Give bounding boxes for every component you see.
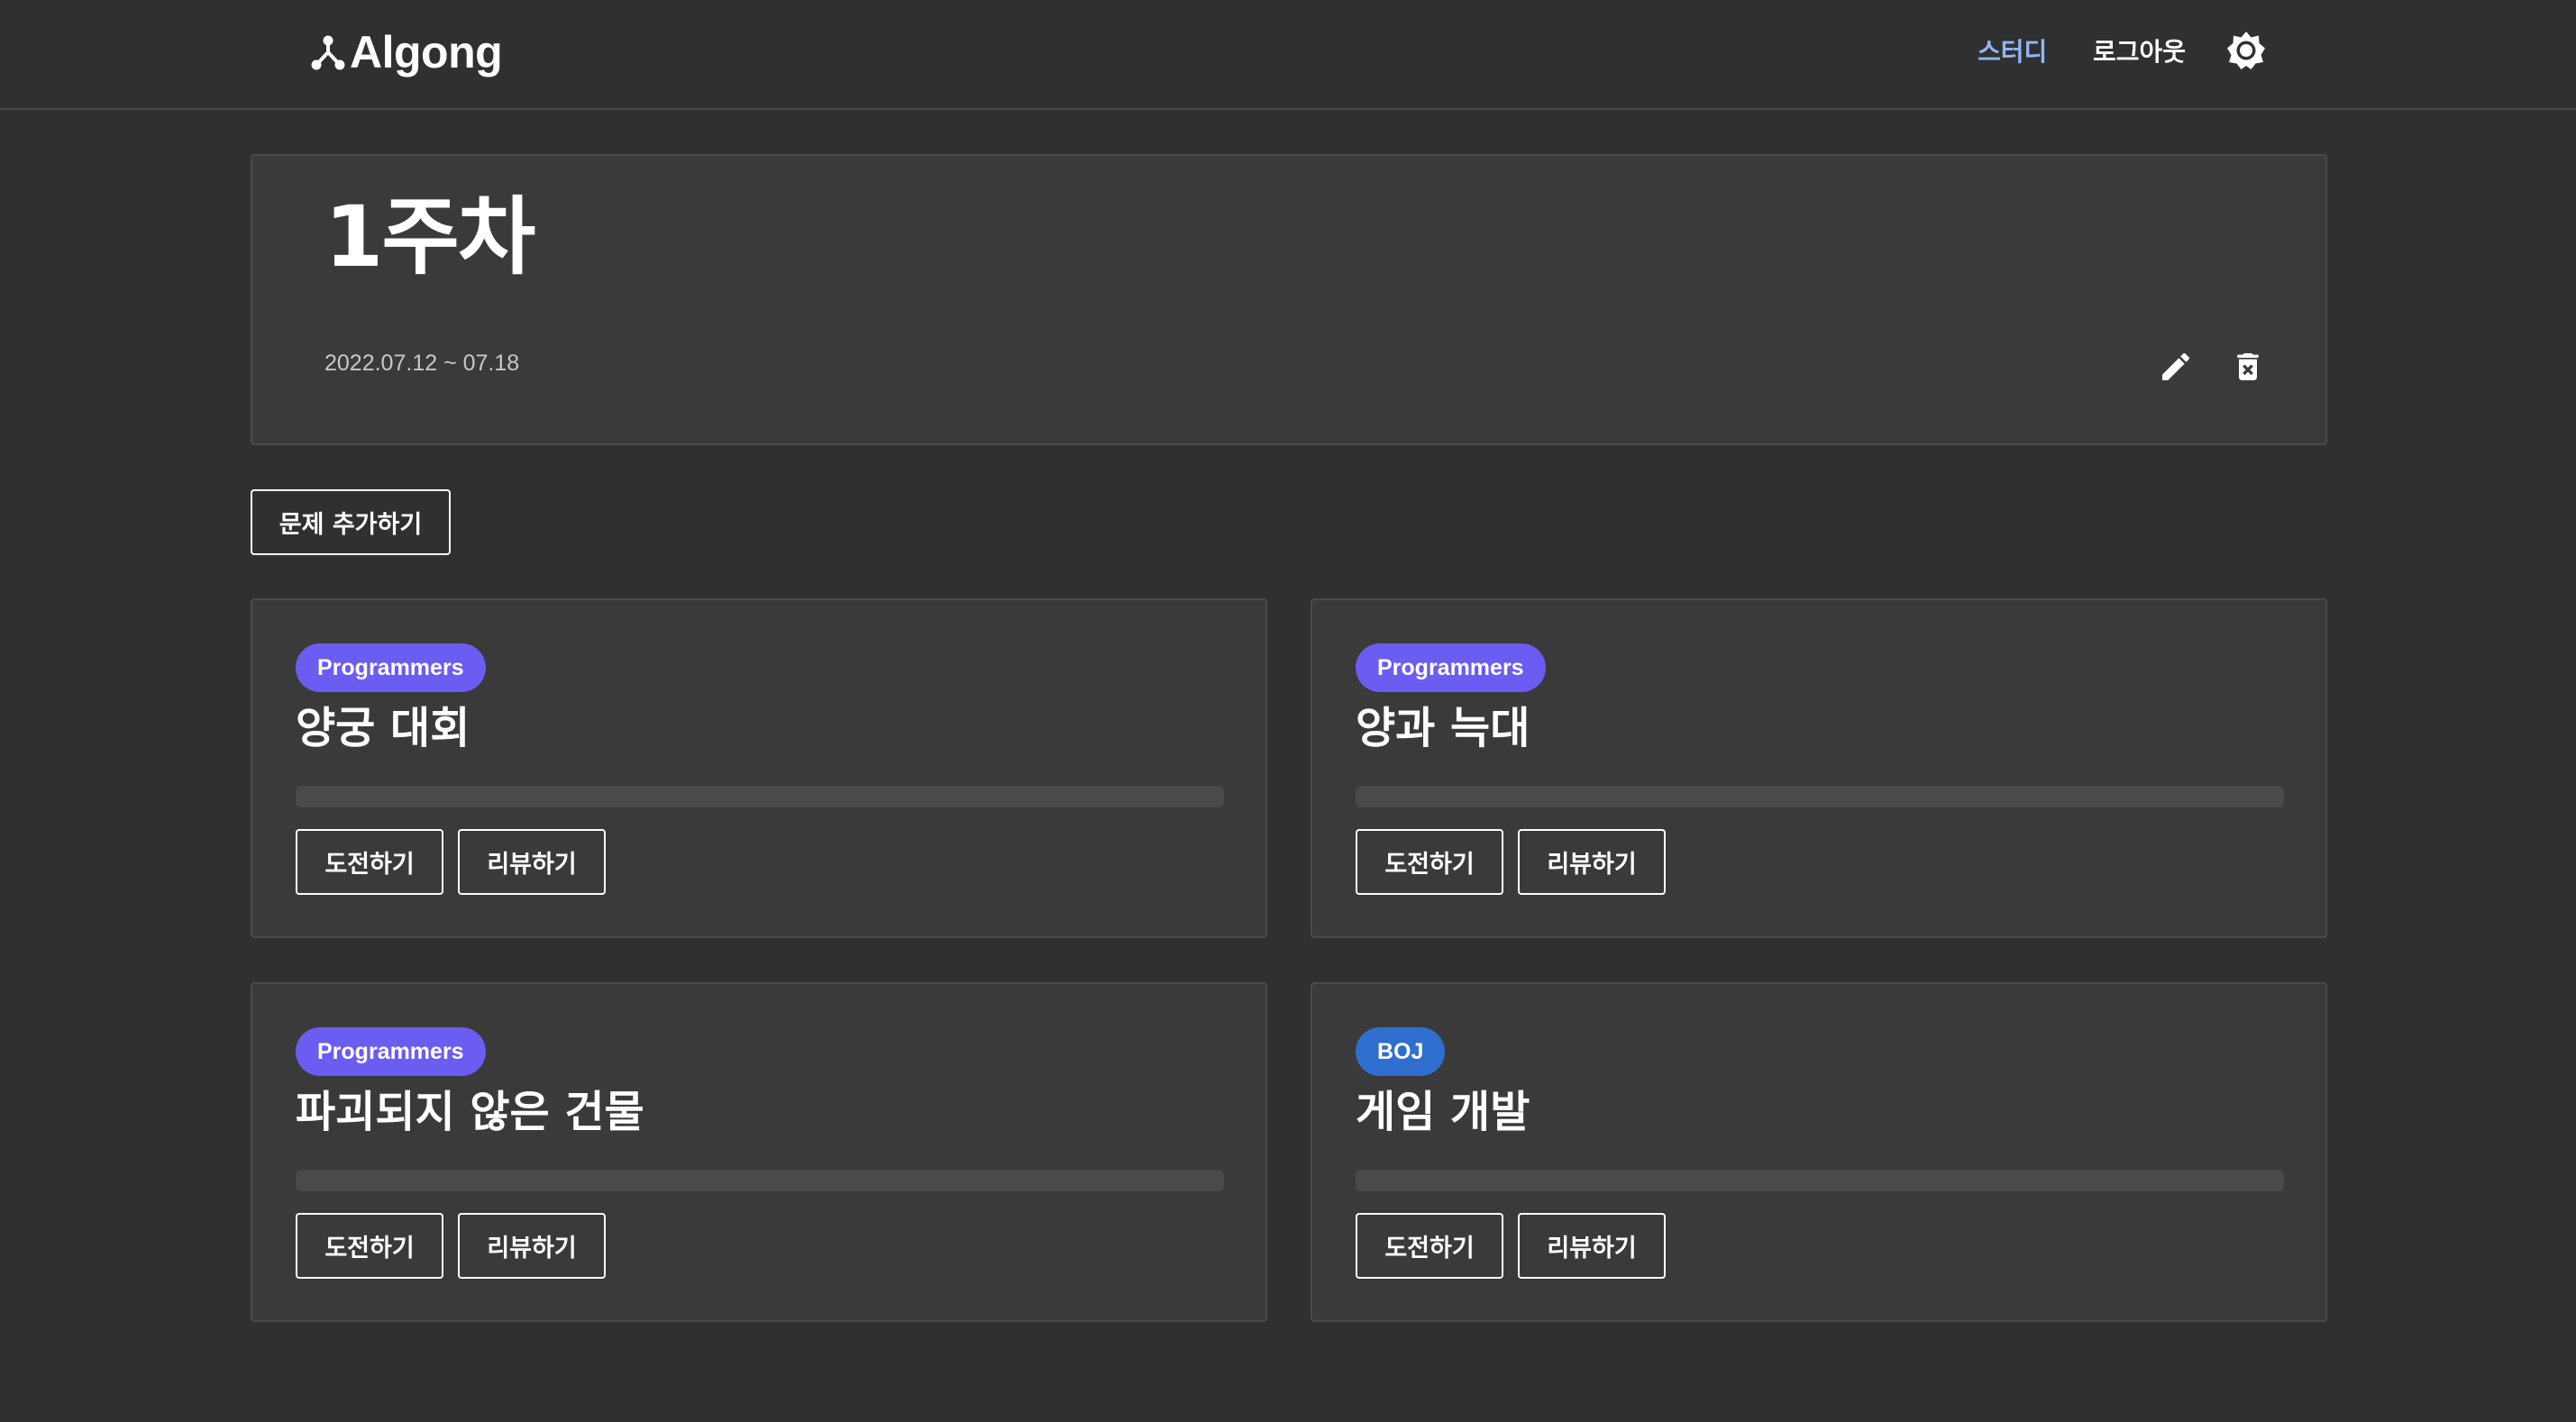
progress-bar	[1356, 1170, 2284, 1191]
platform-badge: BOJ	[1356, 1027, 1446, 1076]
nav-logout-link[interactable]: 로그아웃	[2093, 27, 2186, 74]
problem-title[interactable]: 양과 늑대	[1356, 703, 1530, 755]
week-info-panel: 1주차 2022.07.12 ~ 07.18	[251, 154, 2327, 445]
problem-card: Programmers 양궁 대회 도전하기 리뷰하기	[251, 598, 1267, 938]
progress-bar	[1356, 786, 2284, 807]
challenge-button[interactable]: 도전하기	[1356, 1213, 1503, 1279]
problem-card: BOJ 게임 개발 도전하기 리뷰하기	[1311, 982, 2327, 1322]
edit-week-button[interactable]	[2152, 343, 2199, 390]
review-button[interactable]: 리뷰하기	[1518, 1213, 1666, 1279]
problem-title[interactable]: 양궁 대회	[296, 703, 470, 755]
review-button[interactable]: 리뷰하기	[458, 1213, 606, 1279]
top-navbar: Algong 스터디 로그아웃	[0, 0, 2576, 110]
add-problem-button[interactable]: 문제 추가하기	[251, 489, 451, 555]
challenge-button[interactable]: 도전하기	[296, 1213, 443, 1279]
problem-card: Programmers 양과 늑대 도전하기 리뷰하기	[1311, 598, 2327, 938]
platform-badge: Programmers	[296, 1027, 486, 1076]
pencil-icon	[2162, 352, 2190, 380]
logo-link[interactable]: Algong	[310, 25, 503, 79]
progress-bar	[296, 1170, 1224, 1191]
delete-week-button[interactable]	[2224, 343, 2271, 390]
challenge-button[interactable]: 도전하기	[1356, 829, 1503, 895]
logo-text: Algong	[350, 27, 503, 77]
problem-title[interactable]: 게임 개발	[1356, 1087, 1530, 1139]
platform-badge: Programmers	[296, 643, 486, 692]
week-date-range: 2022.07.12 ~ 07.18	[324, 351, 520, 376]
nav-study-link[interactable]: 스터디	[1978, 27, 2047, 74]
progress-bar	[296, 786, 1224, 807]
review-button[interactable]: 리뷰하기	[1518, 829, 1666, 895]
theme-toggle-button[interactable]	[2223, 27, 2270, 74]
problem-card: Programmers 파괴되지 않은 건물 도전하기 리뷰하기	[251, 982, 1267, 1322]
branch-icon	[311, 35, 345, 70]
trash-x-icon	[2237, 353, 2259, 380]
platform-badge: Programmers	[1356, 643, 1546, 692]
sun-icon	[2227, 32, 2265, 69]
problem-title[interactable]: 파괴되지 않은 건물	[296, 1087, 644, 1139]
review-button[interactable]: 리뷰하기	[458, 829, 606, 895]
week-title: 1주차	[324, 188, 535, 287]
challenge-button[interactable]: 도전하기	[296, 829, 443, 895]
